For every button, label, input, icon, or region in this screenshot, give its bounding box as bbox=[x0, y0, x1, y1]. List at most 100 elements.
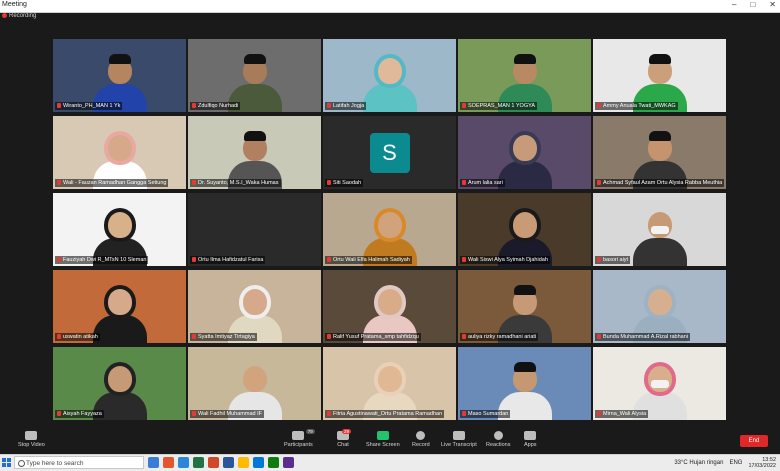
participant-name: Syatta Imtiyaz Tirtagiya bbox=[198, 334, 255, 340]
participant-name: Achmad Syfaul Azam Ortu Alysia Rabba Meu… bbox=[603, 180, 723, 186]
participant-name: Ortu Wali Elfa Halimah Sadiyah bbox=[333, 257, 410, 263]
muted-mic-icon bbox=[327, 411, 331, 417]
pinned-app-icon[interactable] bbox=[238, 457, 249, 468]
record-icon bbox=[416, 431, 426, 440]
pinned-app-icon[interactable] bbox=[253, 457, 264, 468]
participant-name-label: Dr. Suyanto, M.S.I_Waka Humas bbox=[190, 179, 281, 187]
participant-video-tile[interactable]: Ralif Yusuf Pratama_smp tahfidzqu bbox=[323, 270, 456, 343]
muted-mic-icon bbox=[462, 334, 466, 340]
minimize-button[interactable]: – bbox=[732, 0, 736, 9]
apps-button[interactable]: Apps bbox=[524, 431, 537, 448]
smiley-icon bbox=[493, 431, 503, 440]
pinned-app-icon[interactable] bbox=[268, 457, 279, 468]
participant-video-tile[interactable]: Ammy Anuala Twati_MWKAG bbox=[593, 39, 726, 112]
participant-video-tile[interactable]: S Siti Saodah bbox=[323, 116, 456, 189]
participant-video-tile[interactable]: basori aiyt bbox=[593, 193, 726, 266]
apps-grid-icon bbox=[524, 431, 537, 440]
participant-video-tile[interactable]: Latifah Jogja bbox=[323, 39, 456, 112]
participant-video-tile[interactable]: Zdulfiqo Nurhadi bbox=[188, 39, 321, 112]
participant-name-label: Maso Sumardan bbox=[460, 410, 511, 418]
participant-video-tile[interactable]: SOEPRAS_MAN 1 YOGYA bbox=[458, 39, 591, 112]
participants-button[interactable]: Participants 79 bbox=[284, 429, 315, 448]
participant-video-tile[interactable]: Bunda Muhammad A.Rizal rabhani bbox=[593, 270, 726, 343]
participant-video-tile[interactable]: Fitria Agustinawati_Ortu Pratama Ramadha… bbox=[323, 347, 456, 420]
participant-initial-avatar: S bbox=[369, 132, 410, 173]
muted-mic-icon bbox=[57, 103, 61, 109]
participant-name-label: SOEPRAS_MAN 1 YOGYA bbox=[460, 102, 538, 110]
muted-mic-icon bbox=[57, 334, 61, 340]
muted-mic-icon bbox=[597, 257, 601, 263]
participant-video-tile[interactable]: Wali - Fauzan Ramadhan Gangga Setiung bbox=[53, 116, 186, 189]
pinned-app-icon[interactable] bbox=[193, 457, 204, 468]
pinned-app-icon[interactable] bbox=[178, 457, 189, 468]
muted-mic-icon bbox=[597, 411, 601, 417]
pinned-app-icon[interactable] bbox=[208, 457, 219, 468]
weather-status[interactable]: 33°C Hujan ringan bbox=[674, 460, 723, 466]
muted-mic-icon bbox=[192, 334, 196, 340]
participant-name: Latifah Jogja bbox=[333, 103, 365, 109]
clock-date: 17/03/2022 bbox=[748, 463, 776, 469]
participant-video-tile[interactable]: Syatta Imtiyaz Tirtagiya bbox=[188, 270, 321, 343]
muted-mic-icon bbox=[57, 411, 61, 417]
participant-name-label: Arum lalia sari bbox=[460, 179, 505, 187]
cc-icon bbox=[452, 431, 465, 440]
participant-name-label: Fitria Agustinawati_Ortu Pratama Ramadha… bbox=[325, 410, 445, 418]
taskbar-search-input[interactable]: Type here to search bbox=[14, 456, 144, 469]
participant-name-label: Latifah Jogja bbox=[325, 102, 367, 110]
participant-figure bbox=[497, 131, 552, 189]
participants-label: Participants bbox=[284, 442, 313, 448]
muted-mic-icon bbox=[192, 411, 196, 417]
reactions-label: Reactions bbox=[486, 442, 511, 448]
participant-name-label: auliya rizky ramadhani ariati bbox=[460, 333, 539, 341]
participant-video-tile[interactable]: uswatin atikah bbox=[53, 270, 186, 343]
participant-video-tile[interactable]: Arum lalia sari bbox=[458, 116, 591, 189]
language-indicator[interactable]: ENG bbox=[729, 460, 742, 466]
participant-video-tile[interactable]: Dr. Suyanto, M.S.I_Waka Humas bbox=[188, 116, 321, 189]
participant-name: SOEPRAS_MAN 1 YOGYA bbox=[468, 103, 536, 109]
window-controls: – □ ✕ bbox=[732, 0, 776, 9]
close-button[interactable]: ✕ bbox=[769, 0, 776, 9]
participant-video-tile[interactable]: Mirna_Wali Alysia bbox=[593, 347, 726, 420]
windows-start-icon[interactable] bbox=[2, 458, 11, 467]
end-meeting-button[interactable]: End bbox=[740, 435, 768, 447]
participant-video-tile[interactable]: Wiranto_PH_MAN 1 Yk bbox=[53, 39, 186, 112]
pinned-app-icon[interactable] bbox=[148, 457, 159, 468]
participant-figure bbox=[632, 208, 687, 266]
pinned-app-icon[interactable] bbox=[163, 457, 174, 468]
maximize-button[interactable]: □ bbox=[750, 0, 755, 9]
participant-name-label: uswatin atikah bbox=[55, 333, 100, 341]
recording-dot-icon bbox=[2, 13, 7, 18]
record-label: Record bbox=[412, 442, 430, 448]
chat-button[interactable]: Chat 29 bbox=[337, 429, 351, 448]
participant-video-tile[interactable]: auliya rizky ramadhani ariati bbox=[458, 270, 591, 343]
participant-video-tile[interactable]: Maso Sumardan bbox=[458, 347, 591, 420]
participant-video-tile[interactable]: Wali Siswi Alya Syimah Djahidah bbox=[458, 193, 591, 266]
participant-name-label: Syatta Imtiyaz Tirtagiya bbox=[190, 333, 257, 341]
live-transcript-button[interactable]: Live Transcript bbox=[441, 431, 477, 448]
participant-name: Maso Sumardan bbox=[468, 411, 509, 417]
participant-name: auliya rizky ramadhani ariati bbox=[468, 334, 537, 340]
muted-mic-icon bbox=[462, 103, 466, 109]
participant-name-label: Bunda Muhammad A.Rizal rabhani bbox=[595, 333, 690, 341]
reactions-button[interactable]: Reactions bbox=[486, 431, 510, 448]
participant-video-tile[interactable]: Aisyah Fayyaza bbox=[53, 347, 186, 420]
participant-name-label: Ammy Anuala Twati_MWKAG bbox=[595, 102, 678, 110]
stop-video-button[interactable]: Stop Video bbox=[18, 431, 45, 448]
participant-figure bbox=[362, 54, 417, 112]
muted-mic-icon bbox=[462, 180, 466, 186]
participant-video-tile[interactable]: Ortu Ilma Hafidzatul Farisa bbox=[188, 193, 321, 266]
live-transcript-label: Live Transcript bbox=[441, 442, 477, 448]
record-button[interactable]: Record bbox=[412, 431, 430, 448]
muted-mic-icon bbox=[462, 257, 466, 263]
participant-video-tile[interactable]: Achmad Syfaul Azam Ortu Alysia Rabba Meu… bbox=[593, 116, 726, 189]
muted-mic-icon bbox=[327, 334, 331, 340]
pinned-app-icon[interactable] bbox=[223, 457, 234, 468]
share-screen-icon bbox=[376, 431, 389, 440]
participant-video-tile[interactable]: Fauziyah Dwi R_MTsN 10 Sleman bbox=[53, 193, 186, 266]
participant-video-tile[interactable]: Wali Fadhil Muhammad IF bbox=[188, 347, 321, 420]
muted-mic-icon bbox=[327, 257, 331, 263]
share-screen-button[interactable]: Share Screen bbox=[366, 431, 400, 448]
pinned-app-icon[interactable] bbox=[283, 457, 294, 468]
clock[interactable]: 13:52 17/03/2022 bbox=[748, 457, 776, 469]
participant-video-tile[interactable]: Ortu Wali Elfa Halimah Sadiyah bbox=[323, 193, 456, 266]
